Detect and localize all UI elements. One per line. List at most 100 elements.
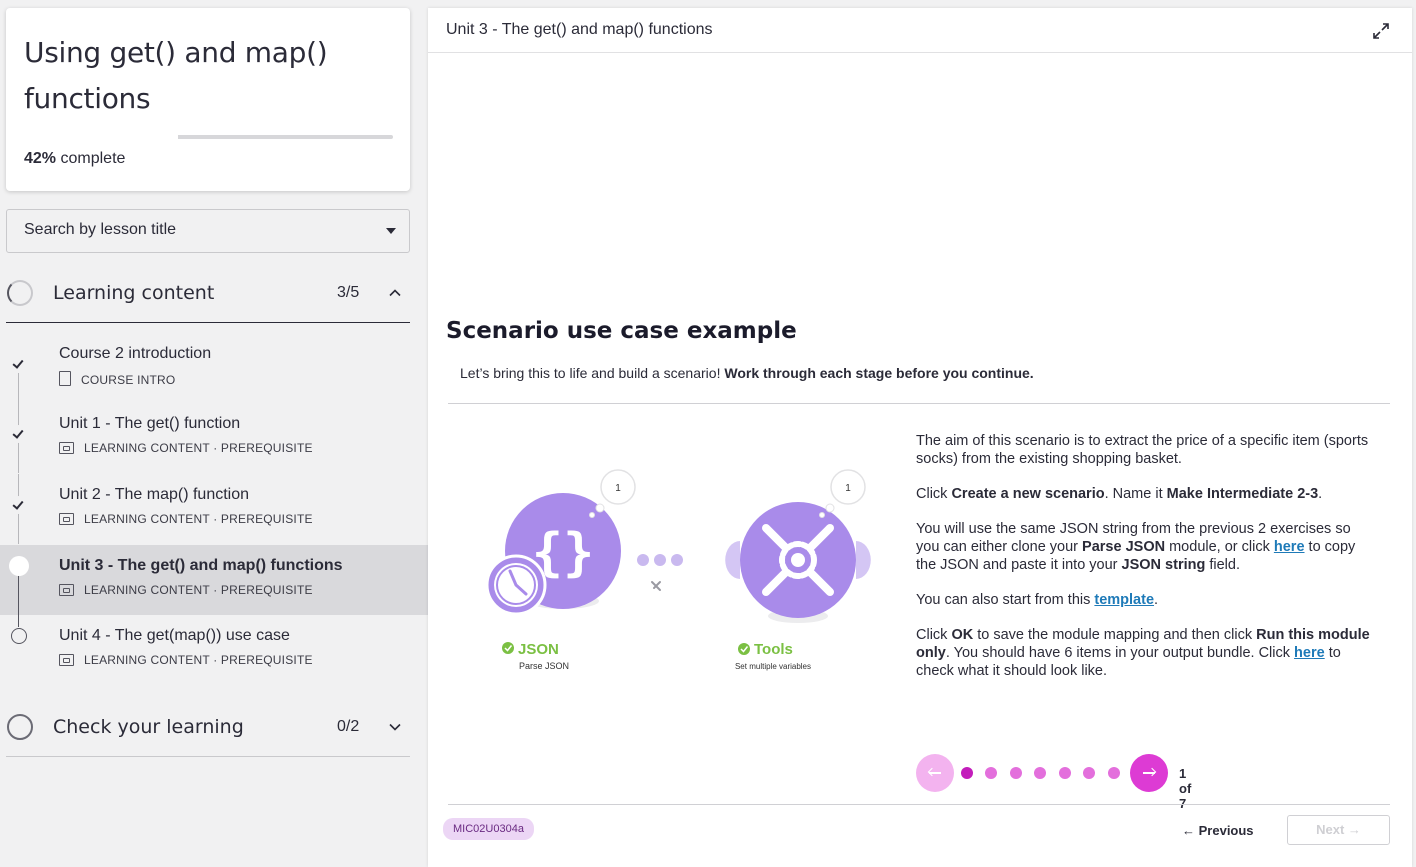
pager-prev-button[interactable] — [916, 754, 954, 792]
pager-dot[interactable] — [1010, 767, 1022, 779]
desc-bold: Create a new scenario — [951, 486, 1105, 502]
section-count: 0/2 — [337, 718, 360, 735]
desc-bold: OK — [951, 627, 974, 643]
lesson-meta-text: LEARNING CONTENT · PREREQUISITE — [84, 583, 313, 597]
progress-bar — [178, 135, 393, 139]
lesson-title: Unit 4 - The get(map()) use case — [59, 627, 290, 644]
progress-percent: 42% — [24, 150, 57, 167]
checkmark-icon — [10, 496, 28, 514]
lesson-item-current[interactable]: Unit 3 - The get() and map() functions L… — [0, 545, 428, 615]
document-icon — [59, 371, 71, 386]
next-label: Next — [1316, 822, 1345, 837]
svg-text:1: 1 — [845, 483, 851, 494]
lesson-title: Course 2 introduction — [59, 345, 212, 362]
lesson-item[interactable]: Unit 1 - The get() function LEARNING CON… — [0, 403, 428, 473]
next-lesson-button[interactable]: Next → — [1287, 815, 1390, 845]
lesson-item[interactable]: Unit 4 - The get(map()) use case LEARNIN… — [0, 615, 428, 685]
timeline-rail — [18, 615, 19, 627]
chevron-down-icon[interactable] — [387, 719, 403, 735]
lesson-item[interactable]: Course 2 introduction COURSE INTRO — [0, 333, 428, 403]
desc-text: Click — [916, 627, 952, 643]
pager-dot[interactable] — [985, 767, 997, 779]
module-connector — [637, 554, 683, 591]
pager-dot[interactable] — [1034, 767, 1046, 779]
pager-dot[interactable] — [1059, 767, 1071, 779]
lesson-meta: COURSE INTRO — [59, 371, 175, 387]
section-learning-content[interactable]: Learning content 3/5 — [6, 263, 410, 323]
svg-text:Tools: Tools — [754, 641, 793, 658]
lesson-meta-text: COURSE INTRO — [81, 373, 176, 387]
course-sidebar: Using get() and map() functions 42% comp… — [0, 0, 428, 867]
lesson-code-badge: MIC02U0304a — [443, 818, 534, 840]
lesson-title: Unit 3 - The get() and map() functions — [59, 557, 343, 574]
desc-text: to save the module mapping and then clic… — [973, 627, 1257, 643]
desc-bold: JSON string — [1121, 557, 1206, 573]
lesson-header: Unit 3 - The get() and map() functions — [428, 8, 1412, 53]
current-lesson-dot-icon — [9, 556, 29, 576]
previous-label: Previous — [1198, 823, 1254, 838]
desc-text: Click — [916, 486, 952, 502]
progress-bar-fill — [178, 135, 269, 139]
desc-text: field. — [1205, 557, 1240, 573]
lesson-content-panel: Unit 3 - The get() and map() functions S… — [428, 8, 1412, 867]
desc-paragraph: You can also start from this template. — [916, 591, 1376, 609]
desc-paragraph: Click OK to save the module mapping and … — [916, 626, 1376, 680]
arrow-left-icon — [929, 772, 941, 774]
desc-bold: Make Intermediate 2-3 — [1166, 486, 1319, 502]
section-title: Learning content — [53, 282, 215, 304]
slides-icon — [59, 584, 74, 596]
section-title: Check your learning — [53, 716, 244, 738]
arrow-right-icon: → — [1347, 822, 1361, 837]
intro-bold-text: Work through each stage before you conti… — [724, 365, 1034, 381]
desc-paragraph: You will use the same JSON string from t… — [916, 520, 1376, 574]
chevron-up-icon[interactable] — [387, 285, 403, 301]
lesson-search-dropdown[interactable]: Search by lesson title — [6, 209, 410, 253]
lesson-meta-text: LEARNING CONTENT · PREREQUISITE — [84, 512, 313, 526]
scenario-diagram: {} 1 JSON Parse JSON 1 Tools Set multipl… — [485, 469, 871, 671]
divider — [448, 804, 1390, 805]
checkmark-icon — [10, 425, 28, 443]
checkmark-icon — [10, 355, 28, 373]
desc-text: The aim of this scenario is to extract t… — [916, 433, 1369, 467]
scenario-intro: Let’s bring this to life and build a sce… — [460, 365, 1034, 381]
section-count: 3/5 — [337, 284, 360, 301]
previous-lesson-button[interactable]: ← Previous — [1182, 823, 1254, 838]
lesson-title: Unit 2 - The map() function — [59, 486, 250, 503]
desc-text: . — [1154, 592, 1159, 608]
desc-paragraph: The aim of this scenario is to extract t… — [916, 432, 1376, 468]
section-progress-ring-icon — [7, 280, 33, 306]
pager-dot[interactable] — [1108, 767, 1120, 779]
svg-text:Set multiple variables: Set multiple variables — [735, 662, 811, 671]
pager-next-button[interactable] — [1130, 754, 1168, 792]
scenario-description: The aim of this scenario is to extract t… — [916, 432, 1376, 697]
slides-icon — [59, 654, 74, 666]
desc-paragraph: Click Create a new scenario. Name it Mak… — [916, 485, 1376, 503]
template-link[interactable]: template — [1094, 592, 1154, 608]
course-title: Using get() and map() functions — [24, 36, 328, 115]
lesson-meta-text: LEARNING CONTENT · PREREQUISITE — [84, 441, 313, 455]
intro-text: Let’s bring this to life and build a sce… — [460, 365, 725, 381]
progress-text: 42% complete — [24, 150, 125, 168]
search-placeholder: Search by lesson title — [24, 221, 177, 238]
desc-text: . You should have 6 items in your output… — [945, 645, 1295, 661]
lesson-header-title: Unit 3 - The get() and map() functions — [446, 21, 713, 38]
lesson-meta: LEARNING CONTENT · PREREQUISITE — [59, 441, 313, 455]
section-check-your-learning[interactable]: Check your learning 0/2 — [6, 697, 410, 757]
empty-circle-icon — [11, 628, 27, 644]
slides-icon — [59, 513, 74, 525]
pager-dot[interactable] — [1083, 767, 1095, 779]
json-here-link[interactable]: here — [1274, 539, 1305, 555]
output-here-link[interactable]: here — [1294, 645, 1325, 661]
lesson-item[interactable]: Unit 2 - The map() function LEARNING CON… — [0, 474, 428, 544]
svg-text:1: 1 — [615, 483, 621, 494]
arrow-right-icon — [1143, 772, 1155, 774]
pager-dot[interactable] — [961, 767, 973, 779]
slides-icon — [59, 442, 74, 454]
lesson-meta: LEARNING CONTENT · PREREQUISITE — [59, 512, 313, 526]
lesson-meta: LEARNING CONTENT · PREREQUISITE — [59, 653, 313, 667]
divider — [448, 403, 1390, 404]
expand-icon[interactable] — [1372, 22, 1390, 40]
svg-text:JSON: JSON — [518, 641, 559, 658]
progress-suffix: complete — [60, 150, 126, 167]
tools-module: 1 Tools Set multiple variables — [725, 469, 871, 671]
